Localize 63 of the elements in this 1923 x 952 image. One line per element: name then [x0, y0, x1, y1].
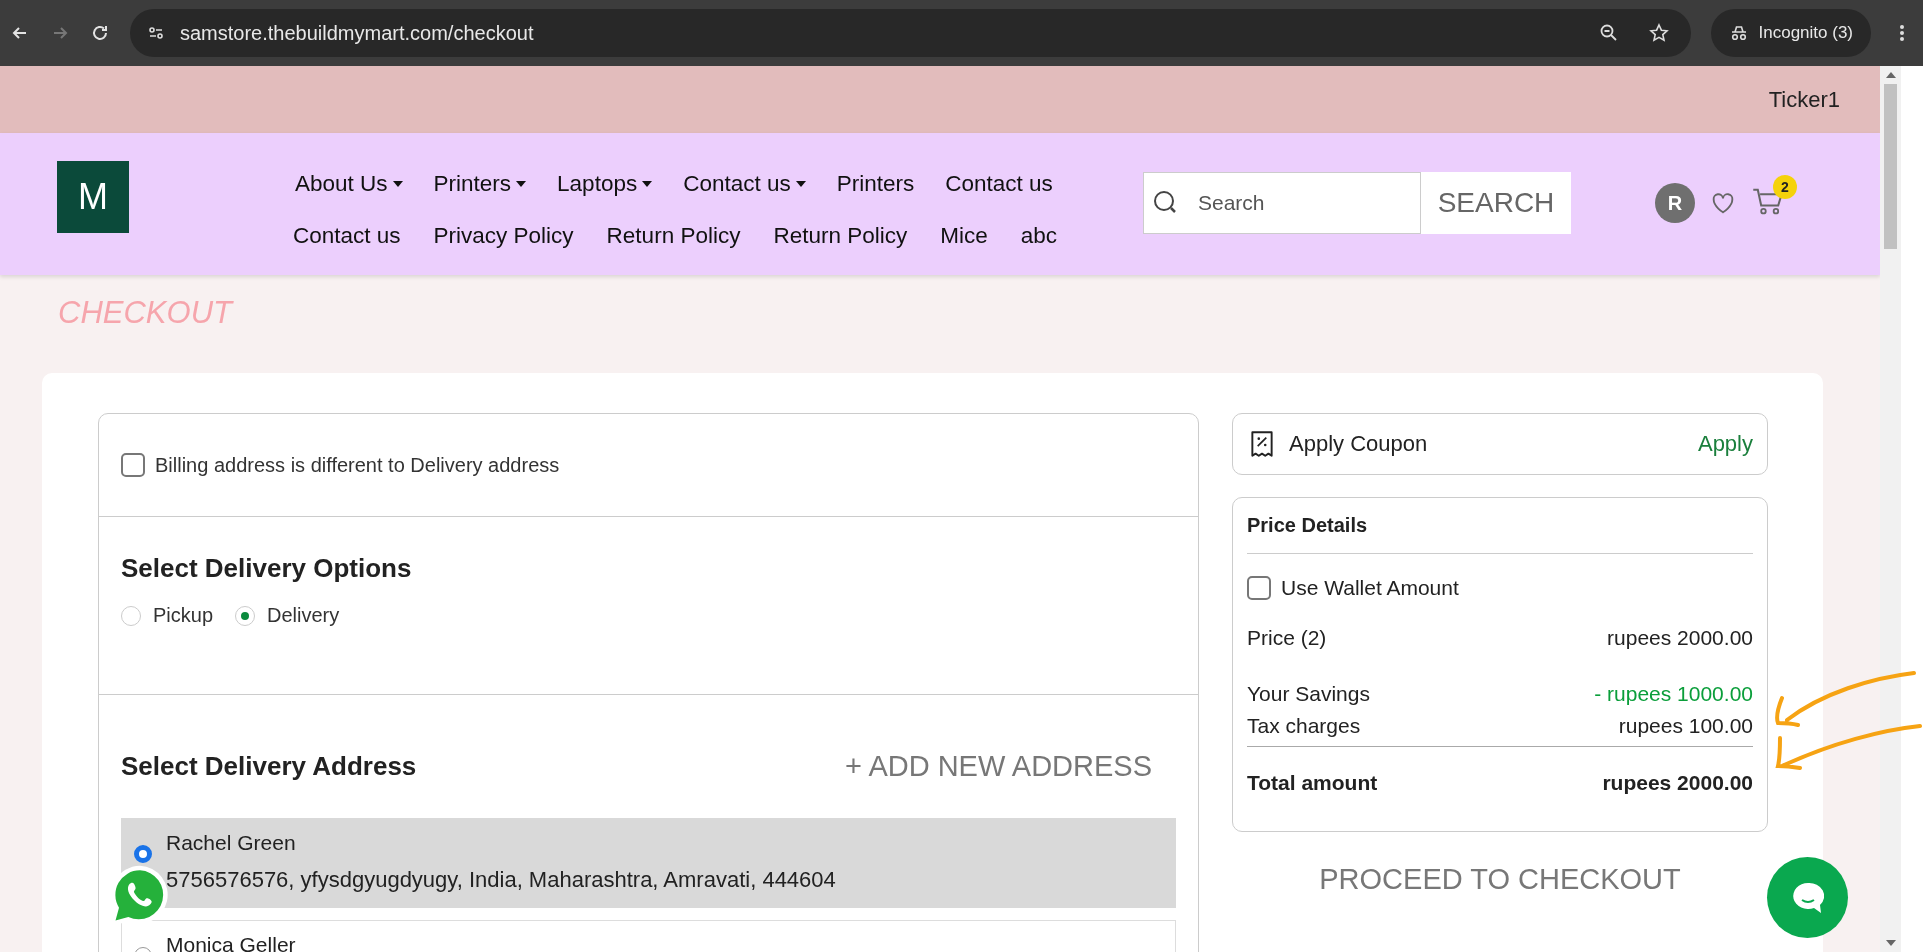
- nav-link[interactable]: Return Policy: [606, 223, 741, 249]
- nav-link[interactable]: Contact us: [683, 171, 806, 197]
- address-name: Rachel Green: [166, 831, 297, 855]
- scrollbar[interactable]: [1880, 66, 1901, 952]
- caret-icon: [795, 181, 806, 187]
- zoom-out-icon[interactable]: [1598, 23, 1619, 43]
- star-icon[interactable]: [1648, 23, 1669, 43]
- proceed-to-checkout-button[interactable]: PROCEED TO CHECKOUT: [1232, 862, 1768, 897]
- nav-link[interactable]: Privacy Policy: [433, 223, 574, 249]
- scrollbar-thumb[interactable]: [1884, 84, 1897, 249]
- radio-label: Pickup: [153, 604, 214, 627]
- section-heading: Select Delivery Address: [121, 751, 417, 782]
- nav-link[interactable]: Laptops: [557, 171, 653, 197]
- radio-button[interactable]: [235, 605, 256, 626]
- url-text: samstore.thebuildmymart.com/checkout: [180, 21, 535, 45]
- price-value: rupees 100.00: [1618, 714, 1753, 738]
- coupon-icon: [1249, 429, 1275, 459]
- price-details-title: Price Details: [1247, 514, 1753, 554]
- section-heading: Select Delivery Options: [121, 553, 413, 584]
- nav-link[interactable]: Printers: [836, 171, 915, 197]
- nav-link[interactable]: About Us: [295, 171, 403, 197]
- caret-icon: [516, 181, 527, 187]
- price-label: Tax charges: [1247, 714, 1361, 738]
- page-title: CHECKOUT: [57, 294, 235, 332]
- caret-icon: [642, 181, 653, 187]
- search-field[interactable]: Search: [1143, 172, 1421, 234]
- billing-checkbox-label: Billing address is different to Delivery address: [155, 453, 560, 477]
- address-details: 5756576576, yfysdgyugdyugy, India, Maharashtra, Amravati, 444604: [166, 867, 836, 893]
- wallet-checkbox[interactable]: [1247, 576, 1271, 600]
- radio-button[interactable]: [121, 605, 141, 626]
- address-option[interactable]: Rachel Green 5756576576, yfysdgyugdyugy, India, Maharashtra, Amravati, 444604: [121, 818, 1176, 908]
- address-bar[interactable]: samstore.thebuildmymart.com/checkout: [130, 9, 1691, 57]
- radio-label: Delivery: [267, 604, 340, 627]
- scroll-up-icon[interactable]: [1885, 72, 1896, 78]
- user-avatar[interactable]: R: [1655, 183, 1695, 223]
- price-label: Price (2): [1247, 626, 1327, 650]
- billing-checkbox[interactable]: [121, 453, 145, 477]
- store-logo[interactable]: M: [57, 161, 129, 233]
- apply-coupon-link[interactable]: Apply: [1697, 431, 1753, 457]
- price-label: Your Savings: [1247, 682, 1370, 706]
- add-address-button[interactable]: + ADD NEW ADDRESS: [839, 749, 1158, 784]
- reload-icon[interactable]: [90, 23, 110, 43]
- wallet-checkbox-label: Use Wallet Amount: [1281, 576, 1459, 600]
- price-value: rupees 2000.00: [1602, 771, 1753, 795]
- menu-icon[interactable]: [1899, 23, 1905, 43]
- nav-link[interactable]: Contact us: [293, 223, 401, 249]
- nav-link[interactable]: Mice: [940, 223, 988, 249]
- nav-link[interactable]: Printers: [433, 171, 527, 197]
- radio-button[interactable]: [134, 845, 152, 863]
- scroll-down-icon[interactable]: [1885, 940, 1896, 946]
- nav-link[interactable]: Return Policy: [773, 223, 908, 249]
- address-name: Monica Geller: [166, 933, 296, 952]
- nav-link[interactable]: Contact us: [945, 171, 1053, 197]
- ticker-text: Ticker1: [1768, 86, 1840, 113]
- caret-icon: [392, 181, 403, 187]
- search-button[interactable]: SEARCH: [1421, 172, 1571, 234]
- nav-link[interactable]: abc: [1020, 223, 1058, 249]
- price-value: rupees 2000.00: [1607, 626, 1753, 650]
- incognito-button[interactable]: Incognito (3): [1710, 9, 1871, 57]
- price-value: - rupees 1000.00: [1594, 682, 1753, 706]
- coupon-label: Apply Coupon: [1289, 431, 1429, 457]
- price-label: Total amount: [1247, 771, 1378, 795]
- cart-count-badge: 2: [1773, 175, 1797, 199]
